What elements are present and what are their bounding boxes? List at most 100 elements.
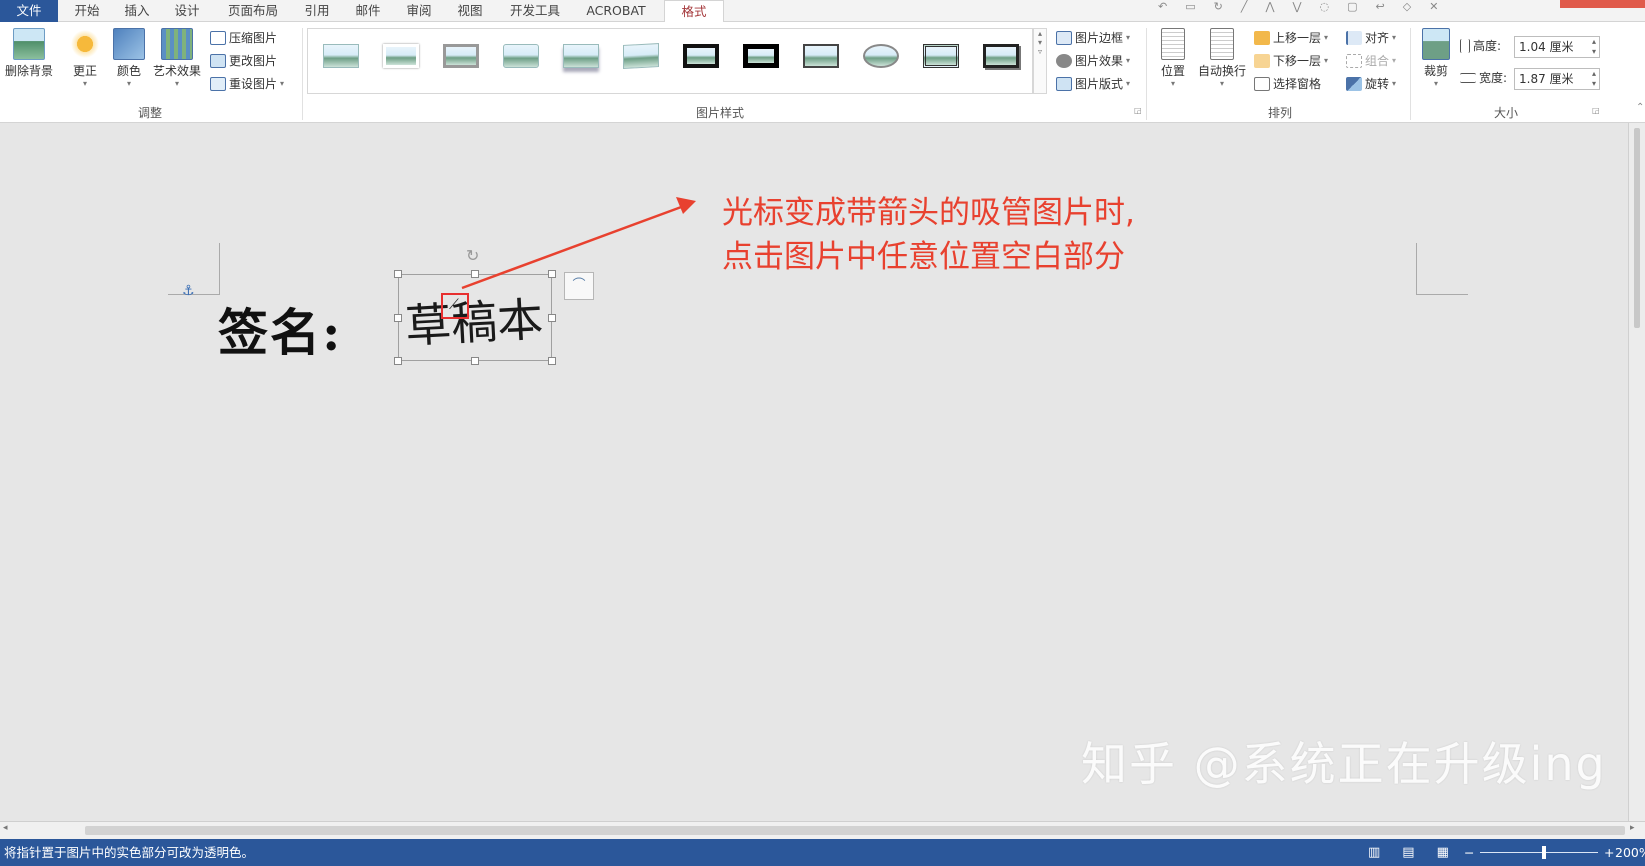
annotation-text: 光标变成带箭头的吸管图片时, 点击图片中任意位置空白部分	[722, 191, 1135, 279]
pen-icon[interactable]: ╱	[1241, 0, 1248, 16]
chevron-down-icon: ▾	[280, 79, 285, 88]
undo-icon[interactable]: ↶	[1158, 0, 1167, 16]
change-picture-icon	[210, 54, 226, 68]
tab-insert[interactable]: 插入	[116, 0, 158, 22]
chevron-down-icon: ▾	[1392, 33, 1397, 42]
change-picture-button[interactable]: 更改图片	[210, 51, 277, 71]
zoom-in-button[interactable]: +	[1604, 839, 1614, 866]
zoom-slider-thumb[interactable]	[1542, 846, 1546, 859]
zoom-out-button[interactable]: −	[1464, 839, 1474, 866]
picture-border-button[interactable]: 图片边框 ▾	[1056, 28, 1130, 48]
chevron-down-icon: ▾	[126, 79, 131, 88]
shape-icon[interactable]: ⋀	[1265, 0, 1274, 16]
align-button[interactable]: 对齐 ▾	[1346, 28, 1396, 48]
collapse-ribbon-icon[interactable]: ⌃	[1636, 102, 1644, 113]
back-icon[interactable]: ↩	[1376, 0, 1385, 16]
help-icon[interactable]: ◇	[1403, 0, 1411, 16]
style-thumbnail[interactable]	[440, 41, 482, 75]
style-thumbnail[interactable]	[800, 41, 842, 75]
style-thumbnail[interactable]	[740, 41, 782, 75]
chevron-icon[interactable]: ⋁	[1293, 0, 1302, 16]
artistic-effects-button[interactable]: 艺术效果 ▾	[150, 28, 204, 102]
close-icon[interactable]: ✕	[1429, 0, 1438, 16]
style-thumbnail[interactable]	[560, 41, 602, 75]
tab-developer[interactable]: 开发工具	[502, 0, 568, 22]
compress-icon	[210, 31, 226, 45]
zoom-slider[interactable]	[1480, 852, 1598, 853]
dialog-launcher-icon[interactable]: ◲	[1592, 106, 1600, 115]
align-icon	[1346, 31, 1362, 45]
tab-page-layout[interactable]: 页面布局	[220, 0, 286, 22]
zoom-level[interactable]: 200%	[1615, 839, 1645, 866]
style-thumbnail[interactable]	[500, 41, 542, 75]
compress-pictures-button[interactable]: 压缩图片	[210, 28, 277, 48]
color-picture-icon	[113, 28, 145, 60]
tab-view[interactable]: 视图	[449, 0, 491, 22]
group-icon	[1346, 54, 1362, 68]
crop-button[interactable]: 裁剪 ▾	[1416, 28, 1456, 102]
scroll-left-icon[interactable]: ◂	[3, 823, 8, 833]
chevron-down-icon: ▾	[1392, 56, 1397, 65]
refresh-icon[interactable]: ◌	[1320, 0, 1330, 16]
chevron-down-icon: ▾	[1219, 79, 1224, 88]
wrap-text-icon	[1210, 28, 1234, 60]
dialog-launcher-icon[interactable]: ◲	[1134, 106, 1142, 115]
horizontal-scroll-thumb[interactable]	[85, 826, 1625, 835]
picture-effects-button[interactable]: 图片效果 ▾	[1056, 51, 1130, 71]
reset-picture-icon	[210, 77, 226, 91]
width-input[interactable]: 1.87 厘米 ▴ ▾	[1514, 68, 1600, 90]
save-icon[interactable]: ▭	[1185, 0, 1195, 16]
horizontal-scrollbar[interactable]: ◂ ▸	[0, 821, 1645, 839]
read-mode-icon[interactable]: ▥	[1368, 839, 1380, 866]
style-thumbnail[interactable]	[680, 41, 722, 75]
selection-pane-icon	[1254, 77, 1270, 91]
height-label: 高度:	[1460, 36, 1501, 56]
picture-layout-button[interactable]: 图片版式 ▾	[1056, 74, 1130, 94]
style-thumbnail[interactable]	[920, 41, 962, 75]
chevron-down-icon: ▾	[1170, 79, 1175, 88]
style-thumbnail[interactable]	[860, 41, 902, 75]
web-layout-icon[interactable]: ▦	[1437, 839, 1449, 866]
chevron-down-icon: ▾	[1392, 79, 1397, 88]
tab-format[interactable]: 格式	[664, 0, 724, 23]
bring-forward-button[interactable]: 上移一层 ▾	[1254, 28, 1328, 48]
vertical-scroll-thumb[interactable]	[1634, 128, 1640, 328]
gallery-scroll[interactable]: ▴ ▾ ▿	[1033, 28, 1047, 94]
chevron-down-icon: ▾	[174, 79, 179, 88]
redo-icon[interactable]: ↻	[1214, 0, 1223, 16]
color-button[interactable]: 颜色 ▾	[108, 28, 150, 102]
group-button[interactable]: 组合 ▾	[1346, 51, 1396, 71]
annotation-line-2: 点击图片中任意位置空白部分	[722, 239, 1125, 275]
tab-design[interactable]: 设计	[166, 0, 208, 22]
spin-arrows-icon[interactable]: ▴ ▾	[1592, 37, 1596, 57]
chevron-down-icon: ▾	[1126, 33, 1131, 42]
lock-icon[interactable]: ▢	[1347, 0, 1357, 16]
corrections-button[interactable]: 更正 ▾	[64, 28, 106, 102]
style-thumbnail[interactable]	[620, 41, 662, 75]
send-backward-icon	[1254, 54, 1270, 68]
width-icon	[1460, 73, 1476, 83]
style-thumbnail[interactable]	[320, 41, 362, 75]
height-input[interactable]: 1.04 厘米 ▴ ▾	[1514, 36, 1600, 58]
selection-pane-button[interactable]: 选择窗格	[1254, 74, 1321, 94]
send-backward-button[interactable]: 下移一层 ▾	[1254, 51, 1328, 71]
reset-picture-button[interactable]: 重设图片 ▾	[210, 74, 284, 94]
position-button[interactable]: 位置 ▾	[1154, 28, 1192, 102]
print-layout-icon[interactable]: ▤	[1402, 839, 1414, 866]
account-badge[interactable]	[1560, 0, 1645, 8]
group-label-picture-styles: 图片样式	[695, 106, 744, 120]
scroll-right-icon[interactable]: ▸	[1630, 823, 1635, 833]
chevron-down-icon: ▾	[1433, 79, 1438, 88]
spin-arrows-icon[interactable]: ▴ ▾	[1592, 69, 1596, 89]
tab-references[interactable]: 引用	[296, 0, 338, 22]
tab-mailings[interactable]: 邮件	[347, 0, 389, 22]
style-thumbnail[interactable]	[980, 41, 1022, 75]
remove-background-button[interactable]: 删除背景	[2, 28, 56, 102]
style-thumbnail[interactable]	[380, 41, 422, 75]
wrap-text-button[interactable]: 自动换行 ▾	[1194, 28, 1250, 102]
tab-home[interactable]: 开始	[66, 0, 108, 22]
tab-acrobat[interactable]: ACROBAT	[578, 0, 654, 22]
tab-review[interactable]: 审阅	[398, 0, 440, 22]
tab-file[interactable]: 文件	[0, 0, 58, 22]
rotate-button[interactable]: 旋转 ▾	[1346, 74, 1396, 94]
